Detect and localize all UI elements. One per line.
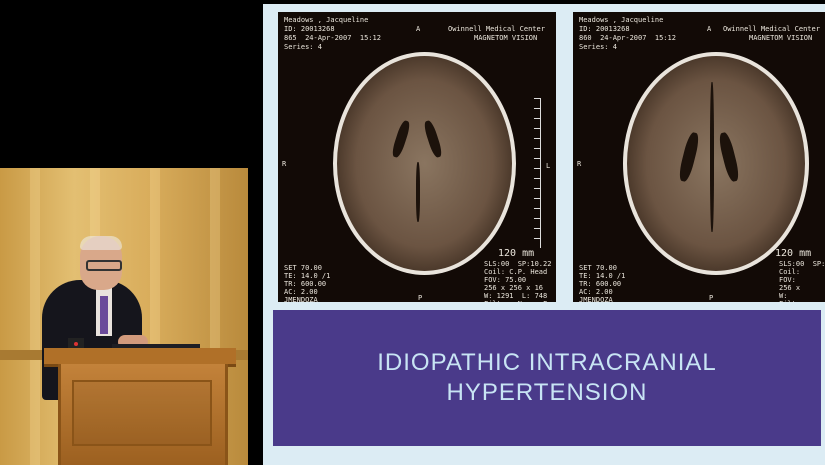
scale-label: 120 mm: [498, 248, 535, 259]
brain-axial-image: [333, 52, 516, 275]
orient-posterior: P: [709, 294, 714, 302]
wall-panel: [30, 168, 40, 465]
brain-axial-image: [623, 52, 809, 275]
scan-params-right: SLS:00 SP:10.22 Coil: C.P. Head FOV: 75.…: [484, 260, 556, 302]
slide-title-banner: IDIOPATHIC INTRACRANIAL HYPERTENSION: [273, 310, 821, 446]
scale-ruler: [534, 98, 541, 248]
scan-params-left: SET 70.00 TE: 14.0 /1 TR: 600.00 AC: 2.0…: [284, 264, 331, 302]
patient-name: Meadows , Jacqueline: [284, 16, 369, 24]
slide-title-line-2: HYPERTENSION: [446, 379, 648, 406]
series-label: Series: 4: [284, 43, 322, 51]
scanner-model: MAGNETOM VISION: [749, 34, 813, 42]
patient-name: Meadows , Jacqueline: [579, 16, 664, 24]
institution: Owinnell Medical Center: [448, 25, 545, 33]
glasses-icon: [86, 260, 122, 271]
slide-title-line-1: IDIOPATHIC INTRACRANIAL: [377, 349, 717, 376]
presentation-slide: Meadows , Jacqueline ID: 20013268 865 24…: [263, 4, 825, 465]
scan-params-right: SLS:00 SP: Coil: FOV: 256 x W: Filter:: [779, 260, 825, 302]
speaker-tie: [100, 296, 108, 334]
series-label: Series: 4: [579, 43, 617, 51]
orient-anterior: A: [416, 25, 421, 33]
scan-date: 865 24-Apr-2007 15:12: [284, 34, 381, 42]
institution: Owinnell Medical Center: [723, 25, 820, 33]
mic-indicator: [74, 342, 78, 346]
mri-scan-right: Meadows , Jacqueline ID: 20013268 860 24…: [573, 12, 825, 302]
speaker-hair: [80, 236, 122, 250]
scale-label: 120 mm: [775, 248, 812, 259]
patient-id: ID: 20013268: [579, 25, 630, 33]
scanner-model: MAGNETOM VISION: [474, 34, 538, 42]
midline: [416, 162, 420, 222]
orient-left: L: [546, 162, 551, 170]
speaker-video: [0, 168, 248, 465]
patient-id: ID: 20013268: [284, 25, 335, 33]
orient-anterior: A: [707, 25, 712, 33]
orient-posterior: P: [418, 294, 423, 302]
podium-panel: [72, 380, 212, 446]
mri-scan-left: Meadows , Jacqueline ID: 20013268 865 24…: [278, 12, 556, 302]
scan-date: 860 24-Apr-2007 15:12: [579, 34, 676, 42]
scan-params-left: SET 70.00 TE: 14.0 /1 TR: 600.00 AC: 2.0…: [579, 264, 626, 302]
orient-right: R: [577, 160, 582, 168]
orient-right: R: [282, 160, 287, 168]
midline: [710, 82, 714, 232]
